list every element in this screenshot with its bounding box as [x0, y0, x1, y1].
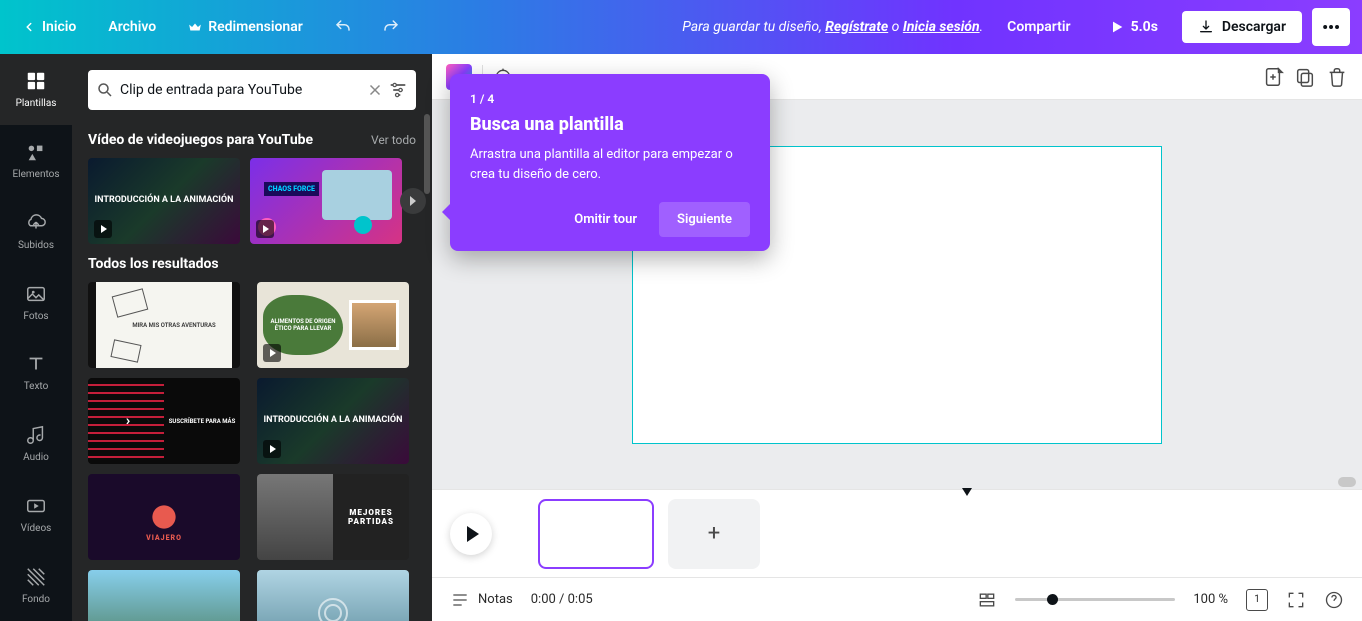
home-label: Inicio	[42, 19, 76, 35]
preview-button[interactable]: 5.0s	[1095, 11, 1172, 43]
nav-uploads[interactable]: Subidos	[0, 196, 72, 267]
login-link[interactable]: Inicia sesión	[903, 19, 980, 35]
play-icon	[1109, 19, 1125, 35]
template-thumb[interactable]: ALIMENTOS DE ORIGEN ÉTICO PARA LLEVAR	[257, 282, 409, 368]
nav-photos[interactable]: Fotos	[0, 267, 72, 338]
nav-elements[interactable]: Elementos	[0, 125, 72, 196]
onboarding-popover: 1 / 4 Busca una plantilla Arrastra una p…	[450, 74, 770, 251]
redo-icon	[382, 18, 400, 36]
more-button[interactable]: •••	[1312, 8, 1350, 46]
resize-button[interactable]: Redimensionar	[178, 11, 313, 43]
search-box[interactable]	[88, 70, 416, 110]
background-icon	[25, 566, 47, 588]
filter-icon[interactable]	[388, 80, 408, 100]
template-thumb[interactable]	[257, 570, 409, 621]
cloud-upload-icon	[25, 212, 47, 234]
zoom-knob[interactable]	[1047, 594, 1058, 605]
audio-icon	[25, 424, 47, 446]
section-title-videogames: Vídeo de videojuegos para YouTube	[88, 132, 313, 148]
time-display: 0:00 / 0:05	[531, 592, 593, 607]
help-icon[interactable]	[1324, 590, 1344, 610]
skip-tour-button[interactable]: Omitir tour	[560, 202, 651, 237]
timeline: +	[432, 489, 1362, 577]
play-button[interactable]	[450, 513, 492, 555]
nav-text[interactable]: Texto	[0, 338, 72, 409]
template-thumb[interactable]	[88, 570, 240, 621]
download-icon	[1198, 19, 1214, 35]
clear-icon[interactable]	[366, 81, 384, 99]
register-link[interactable]: Regístrate	[825, 19, 888, 35]
file-label: Archivo	[108, 19, 156, 35]
templates-icon	[25, 70, 47, 92]
play-badge-icon	[256, 220, 274, 238]
template-thumb[interactable]: ››› SUSCRÍBETE PARA MÁS	[88, 378, 240, 464]
nav-audio[interactable]: Audio	[0, 408, 72, 479]
app-header: Inicio Archivo Redimensionar Para guarda…	[0, 0, 1362, 54]
share-button[interactable]: Compartir	[993, 11, 1084, 43]
elements-icon	[25, 141, 47, 163]
add-page-icon[interactable]	[1262, 66, 1284, 88]
scroll-right-button[interactable]	[400, 188, 426, 214]
template-thumb[interactable]: INTRODUCCIÓN A LA ANIMACIÓN	[88, 158, 240, 244]
playhead-marker[interactable]	[962, 488, 972, 496]
fullscreen-icon[interactable]	[1286, 590, 1306, 610]
play-badge-icon	[94, 220, 112, 238]
undo-icon	[334, 18, 352, 36]
zoom-slider[interactable]	[1015, 598, 1175, 601]
page-indicator[interactable]: 1	[1246, 589, 1268, 611]
duration-label: 5.0s	[1131, 19, 1158, 35]
text-icon	[25, 353, 47, 375]
resize-label: Redimensionar	[208, 19, 303, 35]
search-icon	[96, 81, 114, 99]
nav-background[interactable]: Fondo	[0, 550, 72, 621]
download-button[interactable]: Descargar	[1182, 11, 1302, 43]
nav-templates[interactable]: Plantillas	[0, 54, 72, 125]
template-thumb[interactable]: CHAOS FORCE	[250, 158, 402, 244]
see-all-link[interactable]: Ver todo	[371, 133, 416, 147]
trash-icon[interactable]	[1326, 66, 1348, 88]
add-frame-button[interactable]: +	[668, 499, 760, 569]
timeline-frame[interactable]	[538, 499, 654, 569]
undo-button[interactable]	[325, 9, 361, 45]
redo-button[interactable]	[373, 9, 409, 45]
template-thumb[interactable]: VIAJERO	[88, 474, 240, 560]
crown-icon	[188, 20, 202, 34]
duplicate-icon[interactable]	[1294, 66, 1316, 88]
play-badge-icon	[263, 440, 281, 458]
play-badge-icon	[263, 344, 281, 362]
notes-button[interactable]: Notas	[450, 590, 513, 610]
videos-icon	[25, 495, 47, 517]
photos-icon	[25, 283, 47, 305]
template-thumb[interactable]: INTRODUCCIÓN A LA ANIMACIÓN	[257, 378, 409, 464]
file-menu[interactable]: Archivo	[98, 11, 166, 43]
next-step-button[interactable]: Siguiente	[659, 202, 750, 237]
popover-title: Busca una plantilla	[470, 114, 750, 135]
save-prompt: Para guardar tu diseño, Regístrate o Ini…	[682, 19, 983, 35]
header-right: Para guardar tu diseño, Regístrate o Ini…	[682, 8, 1350, 46]
editor-footer: Notas 0:00 / 0:05 100 % 1	[432, 577, 1362, 621]
chevron-left-icon	[22, 20, 36, 34]
section-title-all: Todos los resultados	[88, 256, 219, 272]
popover-desc: Arrastra una plantilla al editor para em…	[470, 145, 750, 184]
horizontal-scrollbar[interactable]	[1338, 477, 1356, 487]
home-button[interactable]: Inicio	[12, 11, 86, 43]
template-thumb[interactable]: MIRA MIS OTRAS AVENTURAS	[88, 282, 240, 368]
nav-videos[interactable]: Vídeos	[0, 479, 72, 550]
search-input[interactable]	[114, 82, 366, 98]
panel-scrollbar[interactable]	[424, 114, 430, 194]
template-thumb[interactable]: MEJORES PARTIDAS	[257, 474, 409, 560]
grid-view-icon[interactable]	[977, 590, 997, 610]
side-nav: Plantillas Elementos Subidos Fotos Texto…	[0, 54, 72, 621]
header-left: Inicio Archivo Redimensionar	[12, 9, 409, 45]
notes-icon	[450, 590, 470, 610]
zoom-value[interactable]: 100 %	[1193, 592, 1228, 607]
popover-step: 1 / 4	[470, 92, 750, 106]
download-label: Descargar	[1222, 19, 1286, 35]
templates-panel: Vídeo de videojuegos para YouTube Ver to…	[72, 54, 432, 621]
